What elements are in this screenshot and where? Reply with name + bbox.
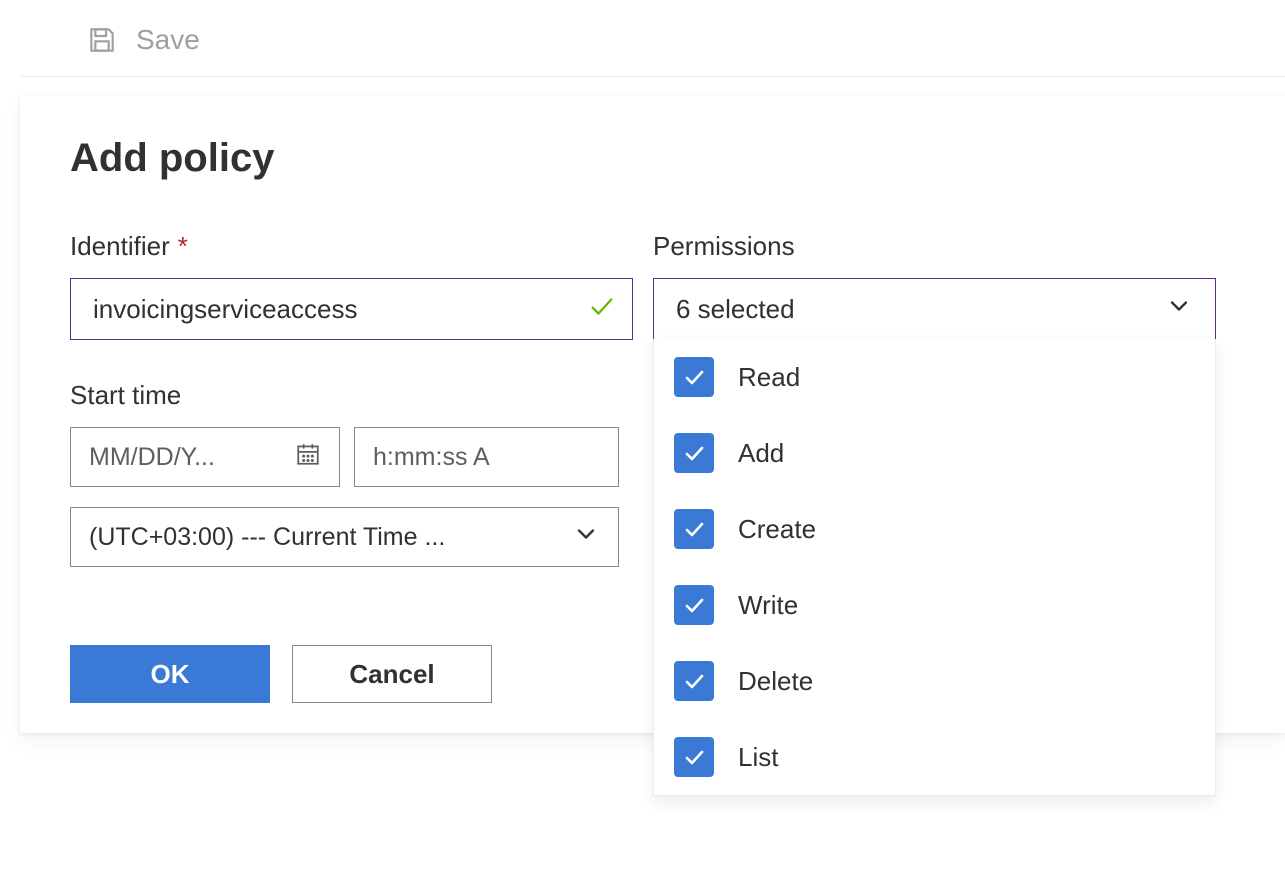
permission-label: Add bbox=[738, 438, 784, 469]
checkbox-checked-icon bbox=[674, 585, 714, 625]
start-date-placeholder: MM/DD/Y... bbox=[89, 443, 215, 472]
checkbox-checked-icon bbox=[674, 357, 714, 397]
permission-option-list[interactable]: List bbox=[654, 719, 1215, 795]
add-policy-panel: Add policy Identifier* Start time MM/DD/… bbox=[20, 96, 1285, 733]
ok-button[interactable]: OK bbox=[70, 645, 270, 703]
checkbox-checked-icon bbox=[674, 737, 714, 777]
checkbox-checked-icon bbox=[674, 661, 714, 701]
checkbox-checked-icon bbox=[674, 509, 714, 549]
calendar-icon bbox=[295, 441, 321, 474]
chevron-down-icon bbox=[1165, 292, 1193, 327]
permissions-label: Permissions bbox=[653, 231, 1216, 262]
toolbar-divider bbox=[20, 76, 1285, 77]
permission-label: Write bbox=[738, 590, 798, 621]
required-star-icon: * bbox=[178, 231, 188, 261]
start-date-input[interactable]: MM/DD/Y... bbox=[70, 427, 340, 487]
save-icon[interactable] bbox=[86, 24, 118, 56]
permission-label: Create bbox=[738, 514, 816, 545]
checkbox-checked-icon bbox=[674, 433, 714, 473]
permission-label: Delete bbox=[738, 666, 813, 697]
permission-option-delete[interactable]: Delete bbox=[654, 643, 1215, 719]
permission-label: List bbox=[738, 742, 778, 773]
permission-option-read[interactable]: Read bbox=[654, 339, 1215, 415]
right-column: Permissions 6 selected Read bbox=[653, 231, 1216, 703]
timezone-value: (UTC+03:00) --- Current Time ... bbox=[89, 523, 445, 552]
timezone-select[interactable]: (UTC+03:00) --- Current Time ... bbox=[70, 507, 619, 567]
permission-option-create[interactable]: Create bbox=[654, 491, 1215, 567]
permissions-dropdown[interactable]: 6 selected Read bbox=[653, 278, 1216, 340]
start-time-input[interactable]: h:mm:ss A bbox=[354, 427, 619, 487]
add-policy-label: Add policy bbox=[146, 781, 275, 813]
identifier-label: Identifier* bbox=[70, 231, 633, 262]
panel-title: Add policy bbox=[70, 136, 1235, 181]
start-time-label: Start time bbox=[70, 380, 633, 411]
permission-option-add[interactable]: Add bbox=[654, 415, 1215, 491]
permission-option-write[interactable]: Write bbox=[654, 567, 1215, 643]
save-button[interactable]: Save bbox=[136, 24, 200, 56]
identifier-input-wrap bbox=[70, 278, 633, 340]
cancel-button[interactable]: Cancel bbox=[292, 645, 492, 703]
permissions-option-list: Read Add Create bbox=[653, 339, 1216, 796]
identifier-input[interactable] bbox=[91, 293, 578, 326]
start-time-placeholder: h:mm:ss A bbox=[373, 443, 490, 472]
permission-label: Read bbox=[738, 362, 800, 393]
toolbar: Save bbox=[0, 0, 1285, 76]
checkmark-icon bbox=[588, 293, 616, 326]
plus-icon: ＋ bbox=[88, 780, 122, 814]
permissions-summary: 6 selected bbox=[676, 294, 795, 325]
left-column: Identifier* Start time MM/DD/Y... bbox=[70, 231, 633, 703]
chevron-down-icon bbox=[572, 520, 600, 555]
add-policy-row[interactable]: ＋ Add policy bbox=[88, 780, 275, 814]
